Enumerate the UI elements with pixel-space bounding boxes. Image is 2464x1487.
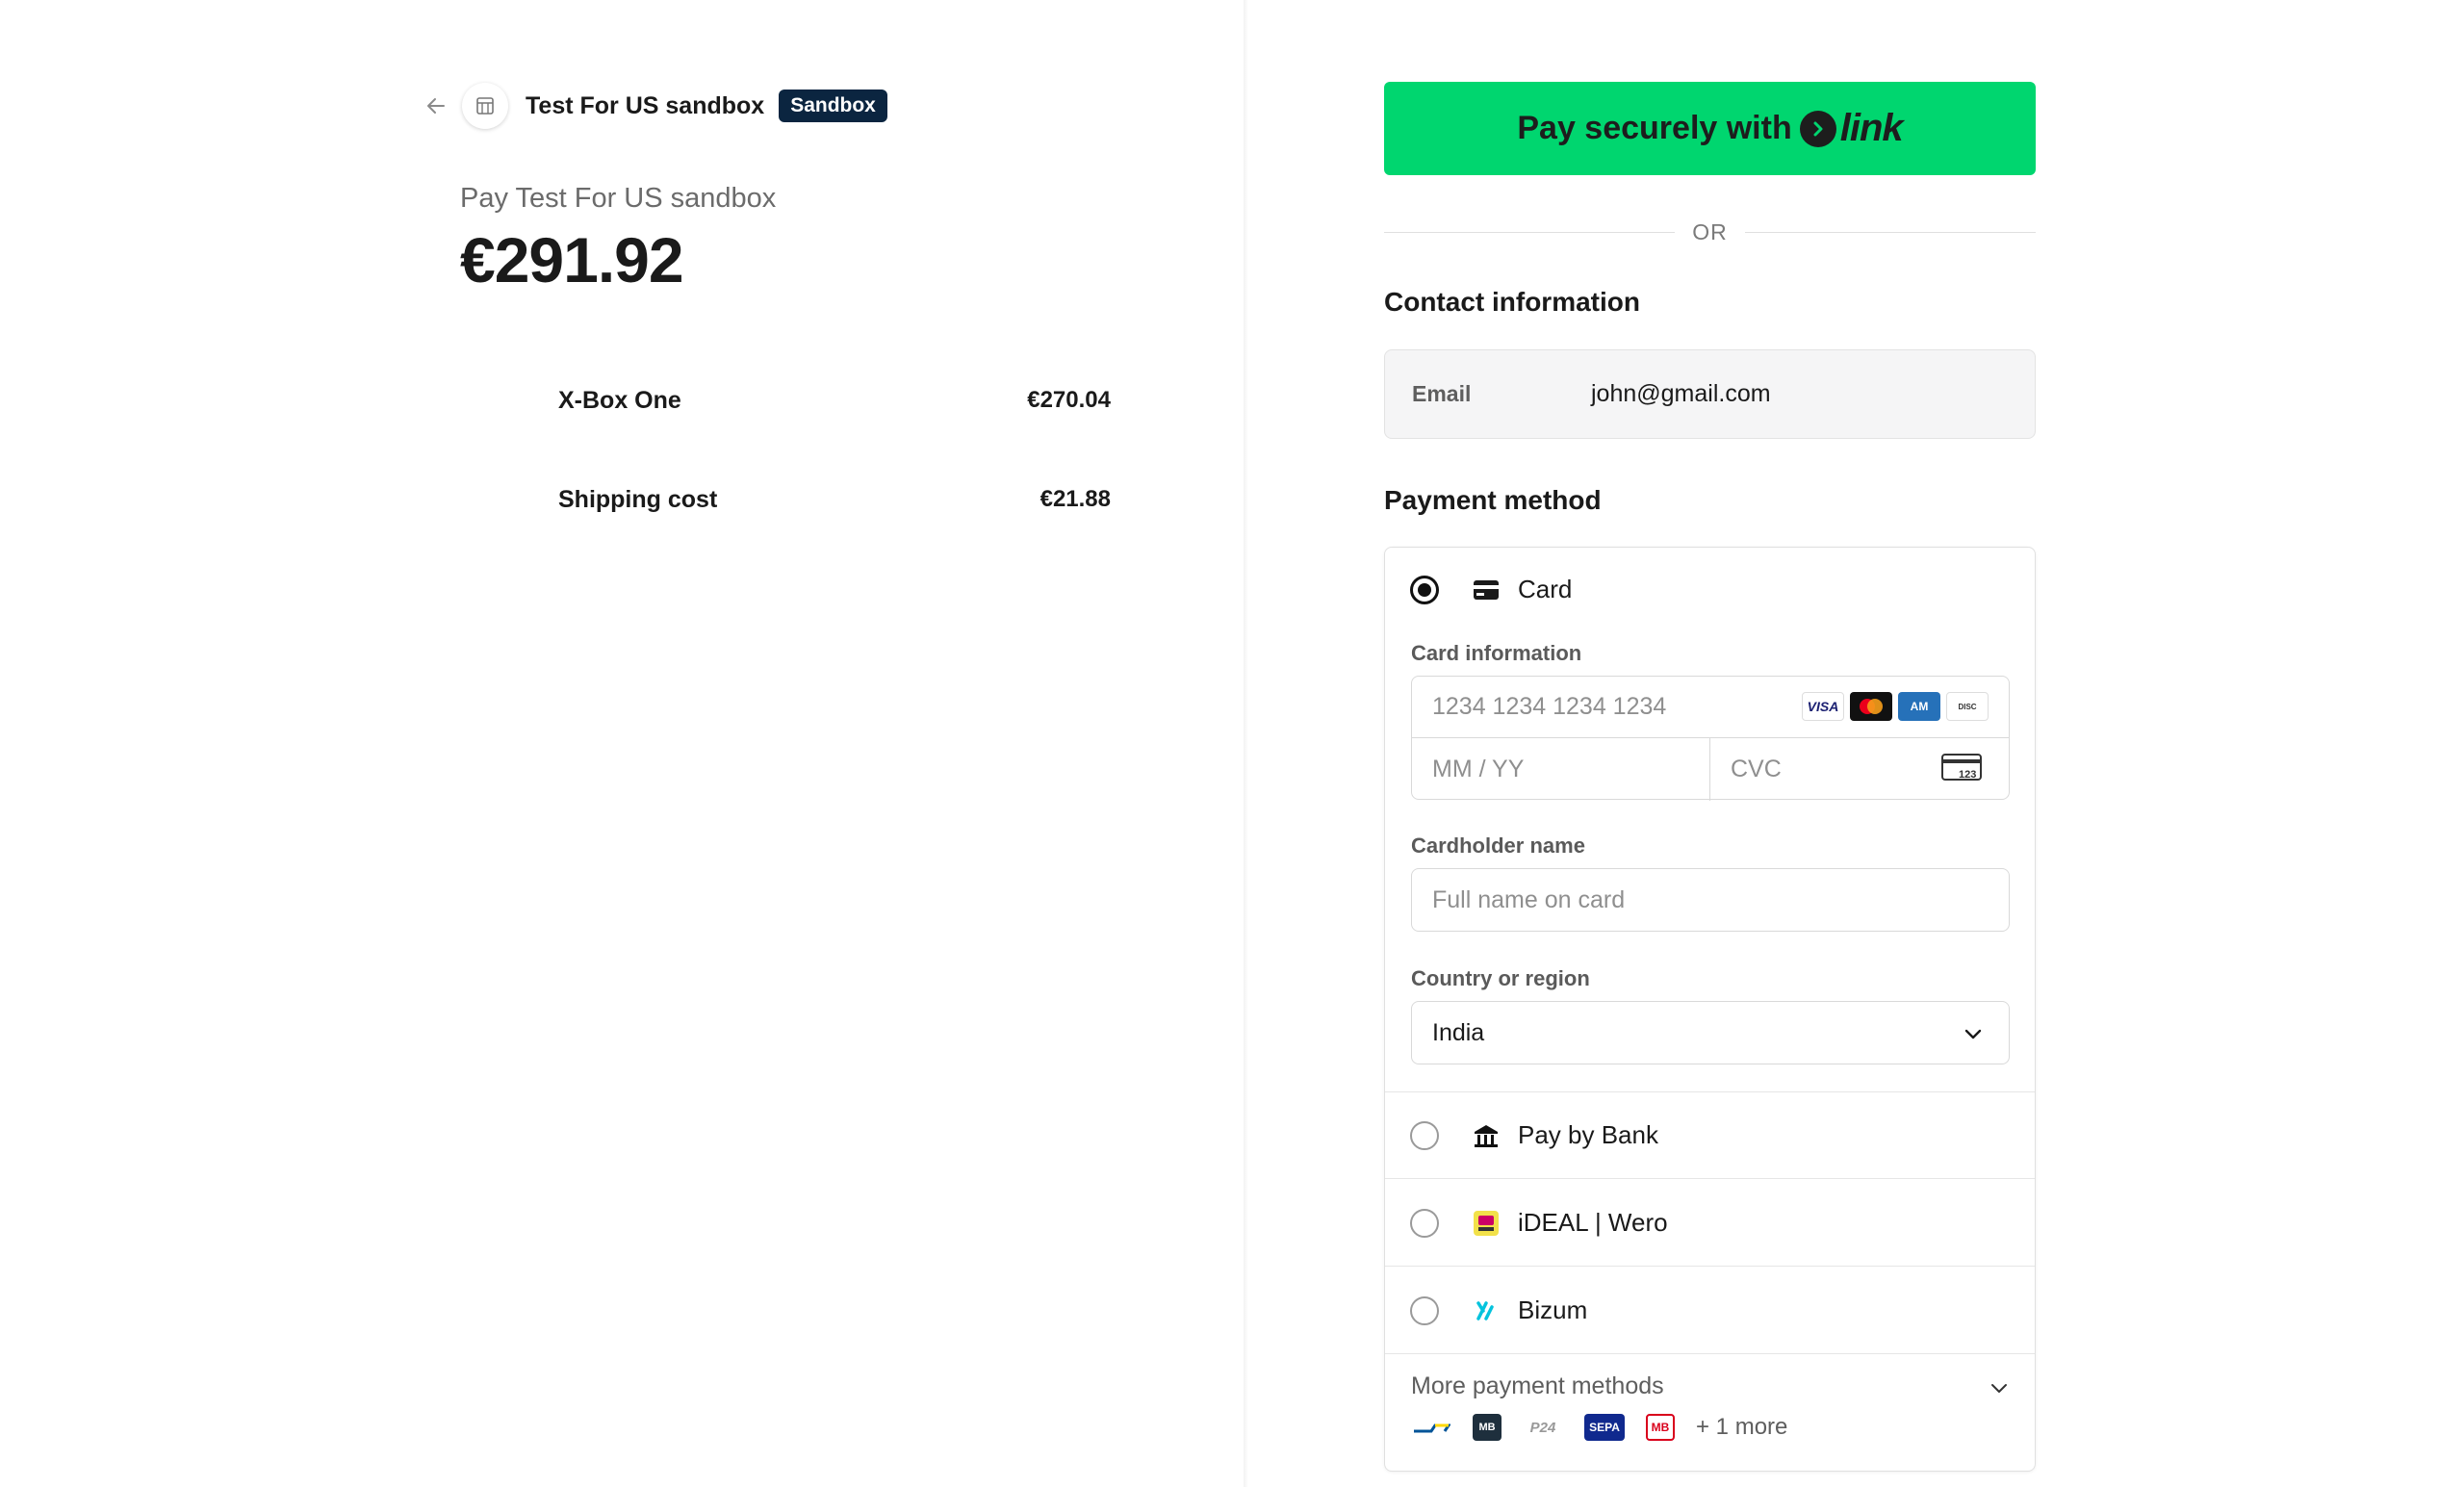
p24-icon: P24 (1529, 1419, 1556, 1436)
payment-method-title: Payment method (1384, 485, 1602, 515)
more-count: + 1 more (1696, 1414, 1788, 1440)
cvc-placeholder: CVC (1731, 756, 1782, 782)
link-arrow-icon (1799, 110, 1836, 147)
ideal-wero-icon (1472, 1209, 1501, 1238)
pay-title: Pay Test For US sandbox (460, 183, 777, 214)
link-button-label: Pay securely with (1517, 110, 1792, 146)
cvc-input[interactable]: CVC 123 (1710, 738, 2009, 801)
line-item-price: €270.04 (1027, 387, 1111, 413)
pay-with-link-button[interactable]: Pay securely with link (1384, 82, 2036, 175)
bizum-label: Bizum (1518, 1295, 1588, 1324)
mb-way-icon: MB (1646, 1414, 1675, 1441)
sepa-icon: SEPA (1584, 1414, 1625, 1441)
cardholder-name-input[interactable]: Full name on card (1411, 868, 2010, 932)
chevron-down-icon (1963, 1023, 1984, 1049)
more-payment-methods-toggle[interactable]: More payment methods (1411, 1372, 1664, 1400)
ideal-wero-option[interactable]: iDEAL | Wero (1385, 1208, 2035, 1238)
link-logo: link (1799, 107, 1904, 150)
pay-by-bank-radio[interactable] (1410, 1120, 1439, 1150)
ideal-wero-radio[interactable] (1410, 1208, 1439, 1238)
email-label: Email (1412, 381, 1472, 406)
country-select[interactable]: India (1411, 1001, 2010, 1064)
amex-icon: AM (1898, 692, 1940, 721)
email-field[interactable]: Email john@gmail.com (1384, 349, 2036, 439)
bancontact-icon (1411, 1414, 1451, 1441)
card-details-group: 1234 1234 1234 1234 VISA AM DISC MM / YY… (1411, 676, 2010, 801)
card-number-placeholder: 1234 1234 1234 1234 (1432, 693, 1667, 720)
email-value: john@gmail.com (1591, 380, 1771, 407)
store-icon (462, 83, 508, 129)
credit-card-icon (1472, 576, 1501, 604)
payment-panel: Pay securely with link OR Contact inform… (1248, 0, 2464, 1487)
card-option[interactable]: Card (1385, 575, 2035, 604)
contact-title: Contact information (1384, 287, 1640, 317)
svg-text:123: 123 (1959, 769, 1976, 781)
merchant-name: Test For US sandbox (526, 91, 765, 119)
card-radio[interactable] (1410, 575, 1439, 604)
card-label: Card (1518, 575, 1573, 603)
payment-methods-accordion: Card Card information 1234 1234 1234 123… (1384, 547, 2036, 1472)
country-label: Country or region (1411, 966, 1590, 990)
back-arrow-icon[interactable] (420, 90, 452, 122)
visa-icon: VISA (1802, 692, 1844, 721)
bizum-option[interactable]: Bizum (1385, 1295, 2035, 1325)
card-info-label: Card information (1411, 641, 1582, 665)
total-amount: €291.92 (460, 224, 684, 295)
link-brand-text: link (1839, 107, 1904, 149)
discover-icon: DISC (1946, 692, 1989, 721)
chevron-down-icon[interactable] (1989, 1377, 2010, 1403)
bizum-radio[interactable] (1410, 1295, 1439, 1325)
line-item-name: X-Box One (558, 387, 681, 414)
pay-by-bank-option[interactable]: Pay by Bank (1385, 1120, 2035, 1150)
merchant-header: Test For US sandbox Sandbox (420, 83, 887, 129)
expiry-input[interactable]: MM / YY (1412, 738, 1710, 801)
ideal-wero-label: iDEAL | Wero (1518, 1208, 1668, 1237)
line-item: X-Box One €270.04 (558, 387, 1111, 415)
or-text: OR (1692, 218, 1728, 244)
country-value: India (1432, 1018, 1485, 1046)
line-item-price: €21.88 (1040, 486, 1111, 512)
card-brand-logos: VISA AM DISC (1802, 692, 1989, 721)
order-summary-panel: Test For US sandbox Sandbox Pay Test For… (0, 0, 1244, 1487)
line-item-name: Shipping cost (558, 486, 718, 513)
bank-icon (1472, 1121, 1501, 1150)
multibanco-icon: MB (1473, 1414, 1502, 1441)
mastercard-icon (1850, 692, 1892, 721)
expiry-placeholder: MM / YY (1432, 756, 1525, 782)
or-divider: OR (1384, 218, 2036, 246)
cardholder-label: Cardholder name (1411, 833, 1585, 858)
sandbox-badge: Sandbox (779, 90, 887, 122)
cardholder-placeholder: Full name on card (1432, 885, 1626, 913)
line-item: Shipping cost €21.88 (558, 486, 1111, 514)
cvc-card-icon: 123 (1941, 754, 1984, 787)
bizum-icon (1472, 1296, 1501, 1325)
more-methods-icons: MB P24 SEPA MB + 1 more (1411, 1414, 1787, 1441)
card-number-input[interactable]: 1234 1234 1234 1234 VISA AM DISC (1412, 677, 2009, 738)
pay-by-bank-label: Pay by Bank (1518, 1120, 1658, 1149)
